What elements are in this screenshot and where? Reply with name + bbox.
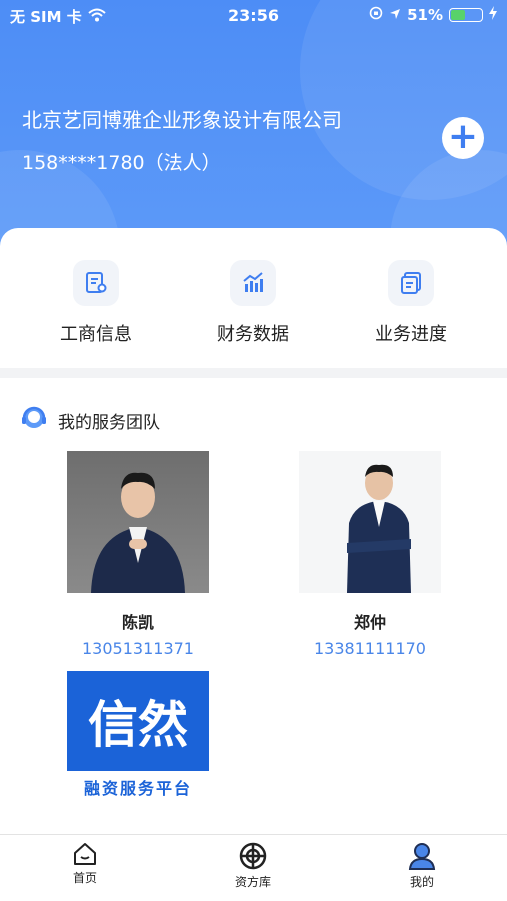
charging-icon	[489, 6, 497, 24]
tab-investors[interactable]: 资方库	[203, 841, 303, 890]
company-name: 北京艺同博雅企业形象设计有限公司	[22, 108, 342, 132]
business-progress-label: 业务进度	[375, 324, 447, 345]
member-name: 郑仲	[353, 613, 386, 632]
tab-home-label: 首页	[72, 871, 97, 885]
rotation-lock-icon	[369, 6, 383, 24]
add-company-button[interactable]: +	[442, 117, 484, 159]
tab-investors-label: 资方库	[234, 875, 271, 889]
section-divider	[0, 368, 507, 378]
team-section-header: 我的服务团队	[20, 404, 160, 437]
status-bar: 无 SIM 卡 23:56 51%	[0, 0, 507, 30]
bottom-tab-bar: 首页 资方库 我的	[0, 834, 507, 901]
progress-docs-icon	[388, 260, 434, 306]
member-name: 陈凯	[121, 613, 154, 632]
home-icon	[74, 843, 96, 865]
quick-actions-card: 工商信息 财务数据 业务进度	[0, 228, 507, 368]
team-member-card[interactable]: 郑仲 13381111170	[299, 451, 441, 658]
target-icon	[239, 842, 267, 870]
member-avatar	[299, 451, 441, 593]
business-license-icon	[73, 260, 119, 306]
legal-person-phone: 158****1780（法人）	[22, 152, 221, 174]
member-phone-link[interactable]: 13381111170	[299, 639, 441, 658]
business-info-label: 工商信息	[60, 324, 132, 345]
profile-icon	[408, 843, 436, 870]
logo-mark: 信然	[67, 671, 209, 771]
team-title: 我的服务团队	[58, 413, 160, 433]
tab-profile-label: 我的	[409, 875, 434, 889]
logo-subtitle: 融资服务平台	[83, 779, 192, 798]
location-icon	[389, 6, 401, 24]
member-avatar	[67, 451, 209, 593]
team-member-card[interactable]: 信然 融资服务平台	[67, 671, 209, 813]
platform-logo: 信然 融资服务平台	[67, 671, 209, 813]
profile-header: 无 SIM 卡 23:56 51% 北京艺同博雅企业形象设计有限公司 158**…	[0, 0, 507, 260]
finance-data-button[interactable]: 财务数据	[193, 260, 313, 346]
plus-icon: +	[447, 116, 479, 157]
finance-chart-icon	[230, 260, 276, 306]
business-info-button[interactable]: 工商信息	[36, 260, 156, 346]
team-member-card[interactable]: 陈凯 13051311371	[67, 451, 209, 658]
battery-percent: 51%	[407, 6, 443, 24]
battery-icon	[449, 8, 483, 22]
tab-profile[interactable]: 我的	[372, 841, 472, 890]
business-progress-button[interactable]: 业务进度	[351, 260, 471, 346]
finance-data-label: 财务数据	[217, 324, 289, 345]
member-phone-link[interactable]: 13051311371	[67, 639, 209, 658]
tab-home[interactable]: 首页	[35, 841, 135, 886]
customer-service-icon	[20, 404, 48, 437]
